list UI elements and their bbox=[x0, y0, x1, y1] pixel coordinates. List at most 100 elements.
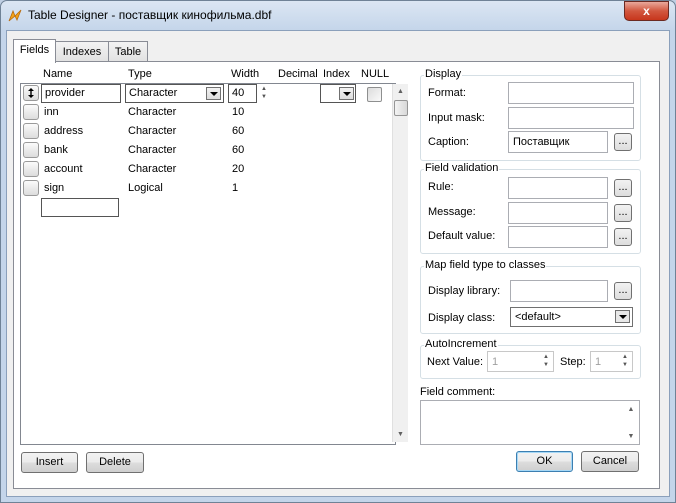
row-selector[interactable] bbox=[23, 104, 39, 120]
comment-scrollbar[interactable]: ▲ ▼ bbox=[624, 402, 638, 443]
spin-up-icon[interactable]: ▲ bbox=[618, 353, 632, 361]
caption-value: Поставщик bbox=[513, 136, 570, 148]
title-bar[interactable]: Table Designer - поставщик кинофильма.db… bbox=[0, 0, 676, 30]
combo-arrow-icon[interactable] bbox=[339, 87, 354, 100]
row-selector[interactable] bbox=[23, 85, 39, 101]
field-width[interactable]: 60 bbox=[232, 125, 244, 137]
input-mask-label: Input mask: bbox=[428, 112, 485, 124]
default-value-label: Default value: bbox=[428, 230, 496, 242]
spin-up-icon[interactable]: ▲ bbox=[539, 353, 553, 361]
cancel-button-label: Cancel bbox=[592, 455, 628, 467]
field-width[interactable]: 60 bbox=[232, 144, 244, 156]
caption-browse-button[interactable]: ... bbox=[614, 133, 632, 151]
column-header-name: Name bbox=[43, 68, 73, 80]
field-name-value: provider bbox=[45, 87, 85, 99]
field-index-select[interactable] bbox=[320, 84, 356, 103]
autoincrement-group-title: AutoIncrement bbox=[424, 338, 498, 350]
scroll-thumb[interactable] bbox=[394, 100, 408, 116]
scroll-down-icon[interactable]: ▼ bbox=[393, 427, 408, 442]
scroll-down-icon[interactable]: ▼ bbox=[624, 429, 638, 444]
message-input[interactable] bbox=[508, 202, 608, 224]
display-class-value: <default> bbox=[515, 311, 561, 323]
display-class-select[interactable]: <default> bbox=[510, 307, 633, 327]
field-type[interactable]: Character bbox=[128, 106, 176, 118]
ok-button[interactable]: OK bbox=[516, 451, 573, 472]
row-selector[interactable] bbox=[23, 123, 39, 139]
row-selector[interactable] bbox=[23, 161, 39, 177]
message-label: Message: bbox=[428, 206, 476, 218]
scroll-up-icon[interactable]: ▲ bbox=[393, 84, 408, 99]
step-spinner[interactable]: ▲ ▼ bbox=[618, 353, 632, 371]
combo-arrow-icon[interactable] bbox=[615, 310, 630, 323]
next-value-spinner[interactable]: ▲ ▼ bbox=[539, 353, 553, 371]
field-comment-label: Field comment: bbox=[420, 386, 496, 398]
new-field-input[interactable] bbox=[41, 198, 119, 217]
field-name[interactable]: bank bbox=[44, 144, 68, 156]
combo-arrow-icon[interactable] bbox=[206, 87, 221, 100]
next-value-input[interactable]: 1 ▲ ▼ bbox=[487, 351, 554, 372]
ok-button-label: OK bbox=[536, 455, 553, 467]
field-type[interactable]: Character bbox=[128, 144, 176, 156]
tab-label: Table bbox=[114, 46, 142, 58]
field-name-input[interactable]: provider bbox=[41, 84, 121, 103]
default-value-input[interactable] bbox=[508, 226, 608, 248]
library-browse-button[interactable]: ... bbox=[614, 282, 632, 300]
insert-button[interactable]: Insert bbox=[21, 452, 78, 473]
delete-button[interactable]: Delete bbox=[86, 452, 144, 473]
dots-label: ... bbox=[618, 284, 628, 296]
fields-grid[interactable] bbox=[20, 83, 396, 445]
spin-up-icon[interactable]: ▲ bbox=[257, 85, 271, 93]
next-value-value: 1 bbox=[492, 356, 499, 368]
spin-down-icon[interactable]: ▼ bbox=[539, 361, 553, 369]
tab-fields[interactable]: Fields bbox=[13, 39, 56, 63]
field-width-input[interactable]: 40 bbox=[228, 84, 257, 103]
tab-table[interactable]: Table bbox=[108, 41, 148, 62]
rule-label: Rule: bbox=[428, 181, 454, 193]
app-icon bbox=[8, 9, 22, 22]
scroll-up-icon[interactable]: ▲ bbox=[624, 402, 638, 417]
null-checkbox[interactable] bbox=[367, 87, 382, 102]
caption-input[interactable]: Поставщик bbox=[508, 131, 608, 153]
row-selector[interactable] bbox=[23, 142, 39, 158]
field-comment-textarea[interactable]: ▲ ▼ bbox=[420, 400, 640, 445]
grid-scrollbar[interactable]: ▲ ▼ bbox=[392, 84, 408, 442]
spin-down-icon[interactable]: ▼ bbox=[257, 93, 271, 101]
dots-label: ... bbox=[618, 181, 628, 193]
field-width-value: 40 bbox=[232, 87, 245, 99]
display-library-input[interactable] bbox=[510, 280, 608, 302]
field-type[interactable]: Logical bbox=[128, 182, 163, 194]
step-value: 1 bbox=[595, 356, 602, 368]
message-browse-button[interactable]: ... bbox=[614, 204, 632, 222]
insert-button-label: Insert bbox=[35, 456, 64, 468]
tab-indexes[interactable]: Indexes bbox=[55, 41, 109, 62]
default-value-browse-button[interactable]: ... bbox=[614, 228, 632, 246]
width-spinner[interactable]: ▲ ▼ bbox=[257, 85, 271, 103]
input-mask-input[interactable] bbox=[508, 107, 634, 129]
field-type[interactable]: Character bbox=[128, 125, 176, 137]
field-type[interactable]: Character bbox=[128, 163, 176, 175]
step-input[interactable]: 1 ▲ ▼ bbox=[590, 351, 633, 372]
rule-input[interactable] bbox=[508, 177, 608, 199]
field-name[interactable]: sign bbox=[44, 182, 64, 194]
row-selector[interactable] bbox=[23, 180, 39, 196]
rule-browse-button[interactable]: ... bbox=[614, 179, 632, 197]
column-header-decimal: Decimal bbox=[278, 68, 318, 80]
close-button[interactable]: x bbox=[624, 1, 669, 21]
field-name[interactable]: inn bbox=[44, 106, 59, 118]
spin-down-icon[interactable]: ▼ bbox=[618, 361, 632, 369]
format-input[interactable] bbox=[508, 82, 634, 104]
field-name[interactable]: address bbox=[44, 125, 83, 137]
field-type-select[interactable]: Character bbox=[125, 84, 224, 103]
classes-group-title: Map field type to classes bbox=[424, 259, 547, 271]
field-width[interactable]: 20 bbox=[232, 163, 244, 175]
field-type-value: Character bbox=[129, 87, 178, 99]
display-group-title: Display bbox=[424, 68, 463, 80]
field-name[interactable]: account bbox=[44, 163, 83, 175]
delete-button-label: Delete bbox=[99, 456, 131, 468]
field-width[interactable]: 10 bbox=[232, 106, 244, 118]
column-header-type: Type bbox=[128, 68, 152, 80]
field-width[interactable]: 1 bbox=[232, 182, 238, 194]
cancel-button[interactable]: Cancel bbox=[581, 451, 639, 472]
next-value-label: Next Value: bbox=[427, 356, 484, 368]
column-header-null: NULL bbox=[361, 68, 390, 80]
